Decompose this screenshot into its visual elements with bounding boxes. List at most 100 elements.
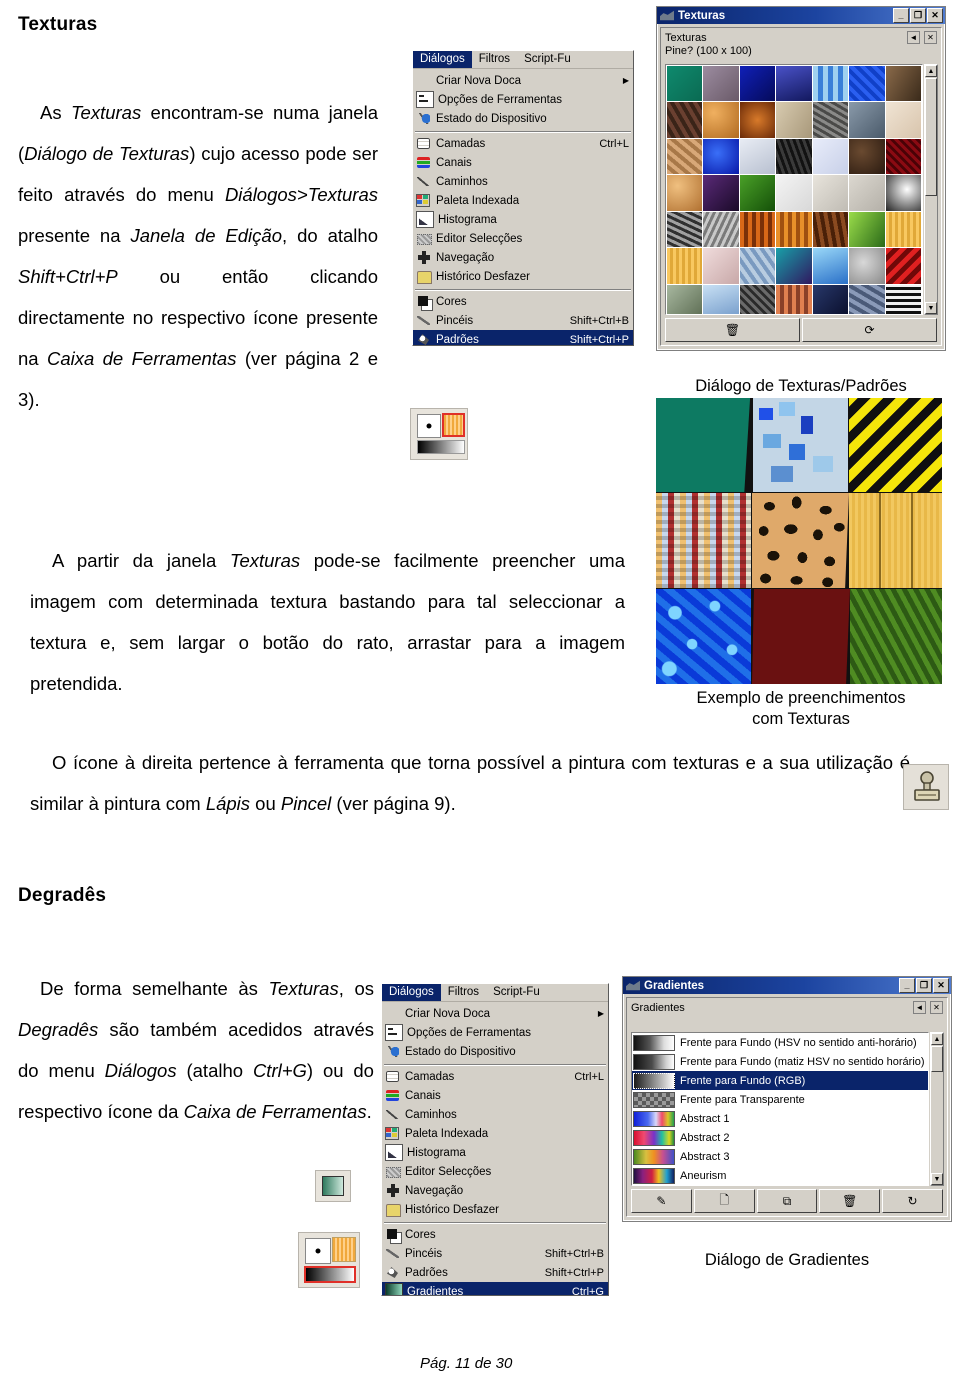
pattern-swatch[interactable]: [703, 138, 739, 175]
toolbox-gradient-indicator[interactable]: [315, 1170, 351, 1202]
menubar-item-dilogos[interactable]: Diálogos: [413, 51, 472, 68]
maximize-button-2[interactable]: ❐: [916, 978, 932, 993]
pattern-swatch[interactable]: [667, 211, 703, 248]
menu-item-canais[interactable]: Canais: [413, 153, 633, 172]
menu-item-camadas[interactable]: Camadas Ctrl+L: [382, 1067, 608, 1086]
scrollbar-thumb[interactable]: [925, 78, 937, 196]
pattern-swatch[interactable]: [667, 138, 703, 175]
menubar-item-scriptfu[interactable]: Script-Fu: [486, 984, 547, 1001]
pattern-swatch[interactable]: [812, 211, 849, 248]
pattern-swatch[interactable]: [739, 284, 776, 314]
pattern-swatch-icon-2[interactable]: [332, 1237, 356, 1262]
menu-item-histograma[interactable]: Histograma: [382, 1143, 608, 1162]
refresh-patterns-button[interactable]: ⟳: [802, 318, 937, 342]
pattern-swatch[interactable]: [812, 175, 849, 211]
pattern-swatch[interactable]: [776, 284, 812, 314]
pattern-swatch[interactable]: [849, 102, 885, 138]
gradient-list-item[interactable]: Abstract 3: [632, 1147, 928, 1166]
scroll-down-arrow-icon[interactable]: ▼: [925, 302, 937, 314]
pattern-swatch[interactable]: [849, 66, 885, 102]
menu-item-list-2[interactable]: Criar Nova Doca ▶ Opções de Ferramentas Est…: [382, 1002, 608, 1295]
pattern-swatch[interactable]: [739, 211, 776, 248]
pattern-swatch[interactable]: [812, 248, 849, 284]
gradient-list-item[interactable]: Frente para Fundo (RGB): [632, 1071, 928, 1090]
menu-item-caminhos[interactable]: Caminhos: [382, 1105, 608, 1124]
pattern-swatch[interactable]: [703, 102, 739, 138]
clone-stamp-tool-icon[interactable]: [903, 764, 949, 810]
pattern-swatch[interactable]: [849, 175, 885, 211]
menu-item-caminhos[interactable]: Caminhos: [413, 172, 633, 191]
minimize-button-2[interactable]: _: [899, 978, 915, 993]
menu-item-cores[interactable]: Cores: [382, 1225, 608, 1244]
delete-gradient-button[interactable]: 🗑: [819, 1189, 881, 1213]
pattern-swatch[interactable]: [849, 138, 885, 175]
pattern-swatch[interactable]: [776, 66, 812, 102]
gradientes-window[interactable]: Gradientes _ ❐ ✕ Gradientes ◄ ✕ Frente p…: [622, 976, 952, 1222]
pattern-swatch[interactable]: [849, 284, 885, 314]
menu-item-list[interactable]: Criar Nova Doca ▶ Opções de Ferramentas Est…: [413, 69, 633, 345]
menu-item-hist-rico-desfazer[interactable]: Histórico Desfazer: [413, 267, 633, 286]
new-gradient-button[interactable]: 🗋: [693, 1189, 755, 1213]
scrollbar-thumb-2[interactable]: [931, 1046, 943, 1072]
menubar-item-filtros[interactable]: Filtros: [472, 51, 517, 68]
refresh-gradients-button[interactable]: ↻: [882, 1189, 943, 1213]
menu-item-pinc-is[interactable]: Pincéis Shift+Ctrl+B: [382, 1244, 608, 1263]
scroll-down-arrow-icon-2[interactable]: ▼: [931, 1173, 943, 1185]
dock-close-icon-2[interactable]: ✕: [930, 1001, 943, 1014]
toolbox-pattern-indicator[interactable]: [410, 408, 468, 460]
gradient-list-item[interactable]: Frente para Fundo (HSV no sentido anti-h…: [632, 1033, 928, 1052]
pattern-swatch[interactable]: [776, 175, 812, 211]
menu-item-camadas[interactable]: Camadas Ctrl+L: [413, 134, 633, 153]
menu-item-editor-selec-es[interactable]: Editor Selecções: [413, 229, 633, 248]
pattern-swatch[interactable]: [739, 175, 776, 211]
texturas-window-titlebar[interactable]: Texturas _ ❐ ✕: [657, 7, 945, 24]
pattern-swatch[interactable]: [849, 248, 885, 284]
window-controls[interactable]: _ ❐ ✕: [893, 8, 943, 23]
pattern-swatch[interactable]: [885, 102, 921, 138]
pattern-swatch[interactable]: [849, 211, 885, 248]
gimp-dialogs-menu-top[interactable]: Diálogos Filtros Script-Fu Criar Nova Doca…: [412, 50, 634, 346]
gradient-list-item[interactable]: Aneurism: [632, 1166, 928, 1185]
pattern-swatch[interactable]: [776, 248, 812, 284]
minimize-button[interactable]: _: [893, 8, 909, 23]
gradient-preview-strip[interactable]: [417, 440, 465, 454]
window-controls-2[interactable]: _ ❐ ✕: [899, 978, 949, 993]
foreground-color-swatch[interactable]: [417, 414, 441, 438]
menu-item-padr-es[interactable]: Padrões Shift+Ctrl+P: [382, 1263, 608, 1282]
dock-controls[interactable]: ◄ ✕: [907, 31, 937, 44]
menu-item-paleta-indexada[interactable]: Paleta Indexada: [382, 1124, 608, 1143]
menubar-item-filtros[interactable]: Filtros: [441, 984, 486, 1001]
menubar-item-scriptfu[interactable]: Script-Fu: [517, 51, 578, 68]
texturas-window[interactable]: Texturas _ ❐ ✕ Texturas ◄ ✕ Pine? (100 x…: [656, 6, 946, 351]
gradient-list-item[interactable]: Abstract 2: [632, 1128, 928, 1147]
menu-item-criar-nova-doca[interactable]: Criar Nova Doca ▶: [382, 1004, 608, 1023]
menu-item-navega-o[interactable]: Navegação: [413, 248, 633, 267]
pattern-swatch[interactable]: [812, 284, 849, 314]
maximize-button[interactable]: ❐: [910, 8, 926, 23]
menu-item-hist-rico-desfazer[interactable]: Histórico Desfazer: [382, 1200, 608, 1219]
dock-close-icon[interactable]: ✕: [924, 31, 937, 44]
pattern-swatch[interactable]: [776, 138, 812, 175]
gradientes-window-titlebar[interactable]: Gradientes _ ❐ ✕: [623, 977, 951, 994]
pattern-swatch[interactable]: [703, 66, 739, 102]
pattern-swatch[interactable]: [885, 248, 921, 284]
menubar-item-dilogos[interactable]: Diálogos: [382, 984, 441, 1001]
toolbox-pattern-indicator-bottom[interactable]: [298, 1232, 360, 1288]
close-button[interactable]: ✕: [927, 8, 943, 23]
pattern-swatch[interactable]: [885, 211, 921, 248]
gradient-list-item[interactable]: Abstract 1: [632, 1109, 928, 1128]
pattern-grid-scrollbar[interactable]: ▲ ▼: [924, 64, 938, 315]
pattern-swatch[interactable]: [739, 248, 776, 284]
pattern-swatch[interactable]: [703, 211, 739, 248]
pattern-swatch[interactable]: [885, 175, 921, 211]
gradient-list-frame[interactable]: Frente para Fundo (HSV no sentido anti-h…: [631, 1032, 929, 1186]
menu-item-paleta-indexada[interactable]: Paleta Indexada: [413, 191, 633, 210]
menu-item-gradientes[interactable]: Gradientes Ctrl+G: [382, 1282, 608, 1295]
pattern-swatch[interactable]: [667, 175, 703, 211]
menu-item-estado-do-dispositivo[interactable]: Estado do Dispositivo: [413, 109, 633, 128]
pattern-swatch[interactable]: [703, 284, 739, 314]
menu-item-op-es-de-ferramentas[interactable]: Opções de Ferramentas: [382, 1023, 608, 1042]
gradient-list-scrollbar[interactable]: ▲ ▼: [930, 1032, 944, 1186]
menu-item-cores[interactable]: Cores: [413, 292, 633, 311]
scroll-up-arrow-icon[interactable]: ▲: [925, 65, 937, 77]
